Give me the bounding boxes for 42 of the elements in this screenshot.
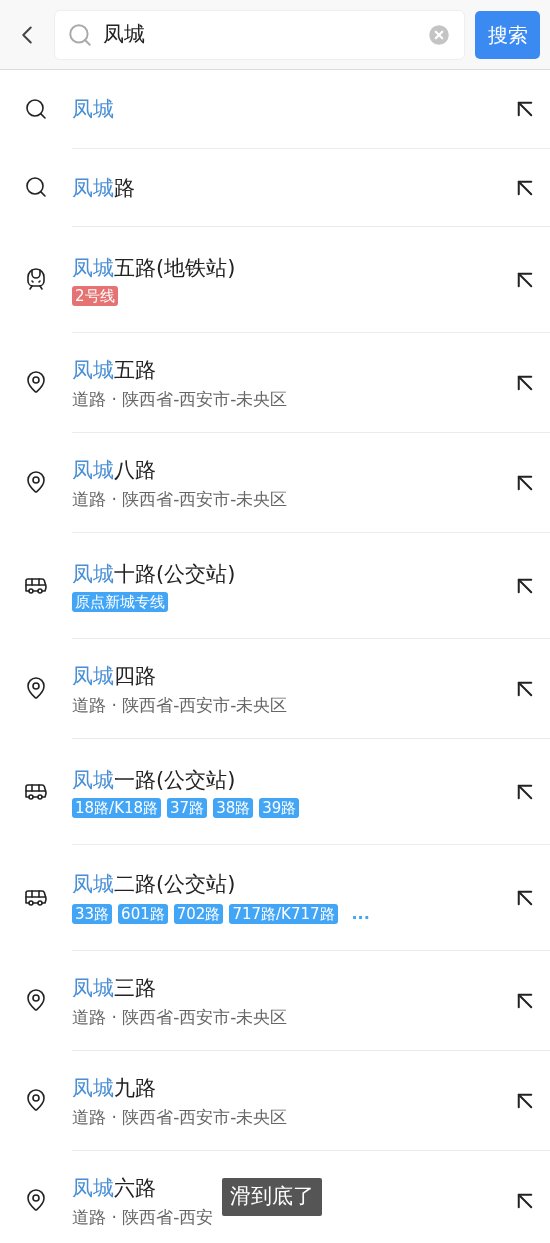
address-text: 道路 · 陕西省-西安市-未央区 xyxy=(72,387,288,410)
address-text: 道路 · 陕西省-西安市-未央区 xyxy=(72,1005,288,1028)
suggestion-title[interactable]: 凤城五路 xyxy=(72,355,156,384)
map-pin-icon xyxy=(24,1088,48,1112)
address-text: 道路 · 陕西省-西安市-未央区 xyxy=(72,1105,288,1128)
suggestion-title[interactable]: 凤城六路 xyxy=(72,1173,156,1202)
suggestion-title[interactable]: 凤城一路(公交站) xyxy=(72,765,236,794)
suggestion-title[interactable]: 凤城五路(地铁站) xyxy=(72,253,236,282)
suggestion-title[interactable]: 凤城三路 xyxy=(72,973,156,1002)
route-tag: 原点新城专线 xyxy=(72,591,168,612)
suggestion-title[interactable]: 凤城二路(公交站) xyxy=(72,869,236,898)
route-tag: 39路 xyxy=(259,797,300,818)
suggestion-title[interactable]: 凤城十路(公交站) xyxy=(72,559,236,588)
map-pin-icon xyxy=(24,988,48,1012)
search-input[interactable]: 凤城 xyxy=(103,18,416,51)
address-text: 道路 · 陕西省-西安市-未央区 xyxy=(72,487,288,510)
search-field[interactable]: 凤城 xyxy=(54,9,465,60)
route-tag: 601路 xyxy=(118,903,168,924)
route-tag: 33路 xyxy=(72,903,113,924)
address-text: 道路 · 陕西省-西安市-未央区 xyxy=(72,693,288,716)
search-icon xyxy=(24,175,48,199)
suggestion-title[interactable]: 凤城九路 xyxy=(72,1073,156,1102)
suggestion-title[interactable]: 凤城路 xyxy=(72,173,135,202)
train-icon xyxy=(24,267,48,291)
address-text: 道路 · 陕西省-西安 xyxy=(72,1205,214,1228)
route-tag: 37路 xyxy=(167,797,208,818)
search-icon xyxy=(67,21,93,48)
map-pin-icon xyxy=(24,676,48,700)
route-tag: 717路/K717路 xyxy=(229,903,338,924)
map-pin-icon xyxy=(24,470,48,494)
route-tag: 18路/K18路 xyxy=(72,797,162,818)
route-tag: 2号线 xyxy=(72,285,118,306)
suggestion-title[interactable]: 凤城 xyxy=(72,95,114,123)
toast-message: 滑到底了 xyxy=(222,1178,322,1216)
more-indicator: ... xyxy=(351,902,370,925)
search-icon xyxy=(24,97,48,121)
suggestion-title[interactable]: 凤城四路 xyxy=(72,661,156,690)
map-pin-icon xyxy=(24,370,48,394)
map-pin-icon xyxy=(24,1188,48,1212)
suggestion-title[interactable]: 凤城八路 xyxy=(72,455,156,484)
route-tag: 702路 xyxy=(173,903,224,924)
route-tag: 38路 xyxy=(213,797,254,818)
